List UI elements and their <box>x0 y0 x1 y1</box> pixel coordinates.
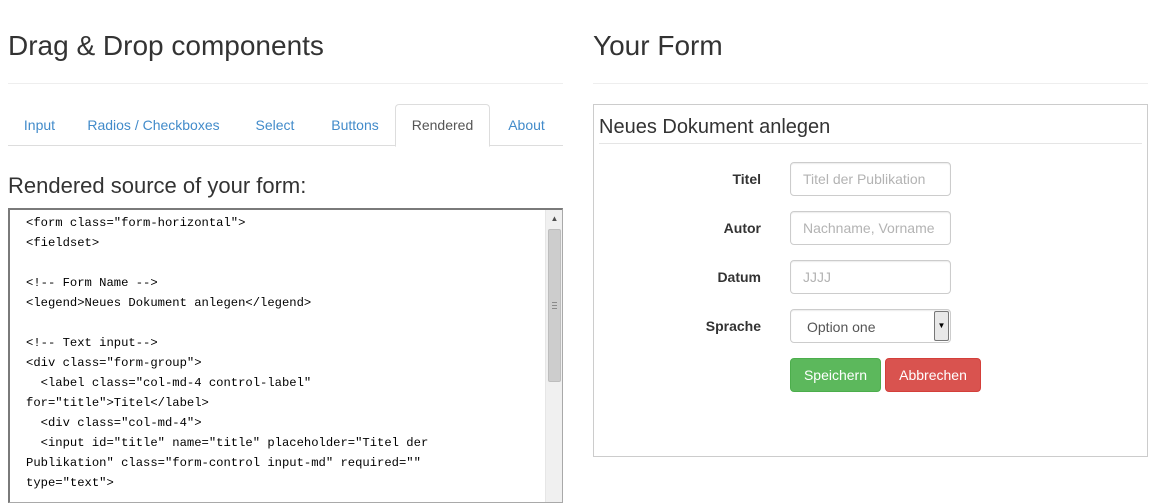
titel-input[interactable] <box>790 162 951 196</box>
textarea-scrollbar[interactable]: ▲ <box>545 210 562 502</box>
your-form-title: Your Form <box>593 30 723 61</box>
grip-icon <box>552 302 557 309</box>
components-title: Drag & Drop components <box>8 30 324 61</box>
tab-about[interactable]: About <box>490 104 563 146</box>
tab-radios-checkboxes[interactable]: Radios / Checkboxes <box>71 104 236 146</box>
form-legend: Neues Dokument anlegen <box>599 114 1142 144</box>
scroll-up-icon[interactable]: ▲ <box>546 210 562 227</box>
component-tabs: Input Radios / Checkboxes Select Buttons… <box>8 104 563 147</box>
title-divider <box>593 83 1148 84</box>
chevron-down-icon[interactable]: ▼ <box>934 311 949 341</box>
rendered-source-code: <form class="form-horizontal"> <fieldset… <box>26 216 429 490</box>
autor-input[interactable] <box>790 211 951 245</box>
title-divider <box>8 83 563 84</box>
titel-label: Titel <box>732 171 761 187</box>
sprache-label: Sprache <box>705 318 761 334</box>
autor-label: Autor <box>723 220 761 236</box>
rendered-source-title: Rendered source of your form: <box>8 173 307 198</box>
components-column: Drag & Drop components Input Radios / Ch… <box>8 0 563 503</box>
rendered-source-textarea[interactable]: <form class="form-horizontal"> <fieldset… <box>8 208 563 503</box>
scroll-thumb[interactable] <box>548 229 561 382</box>
datum-label: Datum <box>717 269 761 285</box>
tab-select[interactable]: Select <box>236 104 314 146</box>
sprache-selected-value: Option one <box>807 319 876 335</box>
form-preview: Neues Dokument anlegen Titel Autor Datum… <box>593 104 1148 457</box>
save-button[interactable]: Speichern <box>790 358 881 392</box>
cancel-button[interactable]: Abbrechen <box>885 358 981 392</box>
form-column: Your Form Neues Dokument anlegen Titel A… <box>593 0 1148 497</box>
datum-input[interactable] <box>790 260 951 294</box>
tab-input[interactable]: Input <box>8 104 71 146</box>
tab-rendered[interactable]: Rendered <box>395 104 490 147</box>
tab-buttons[interactable]: Buttons <box>314 104 396 146</box>
sprache-select[interactable]: Option one ▼ <box>790 309 951 343</box>
